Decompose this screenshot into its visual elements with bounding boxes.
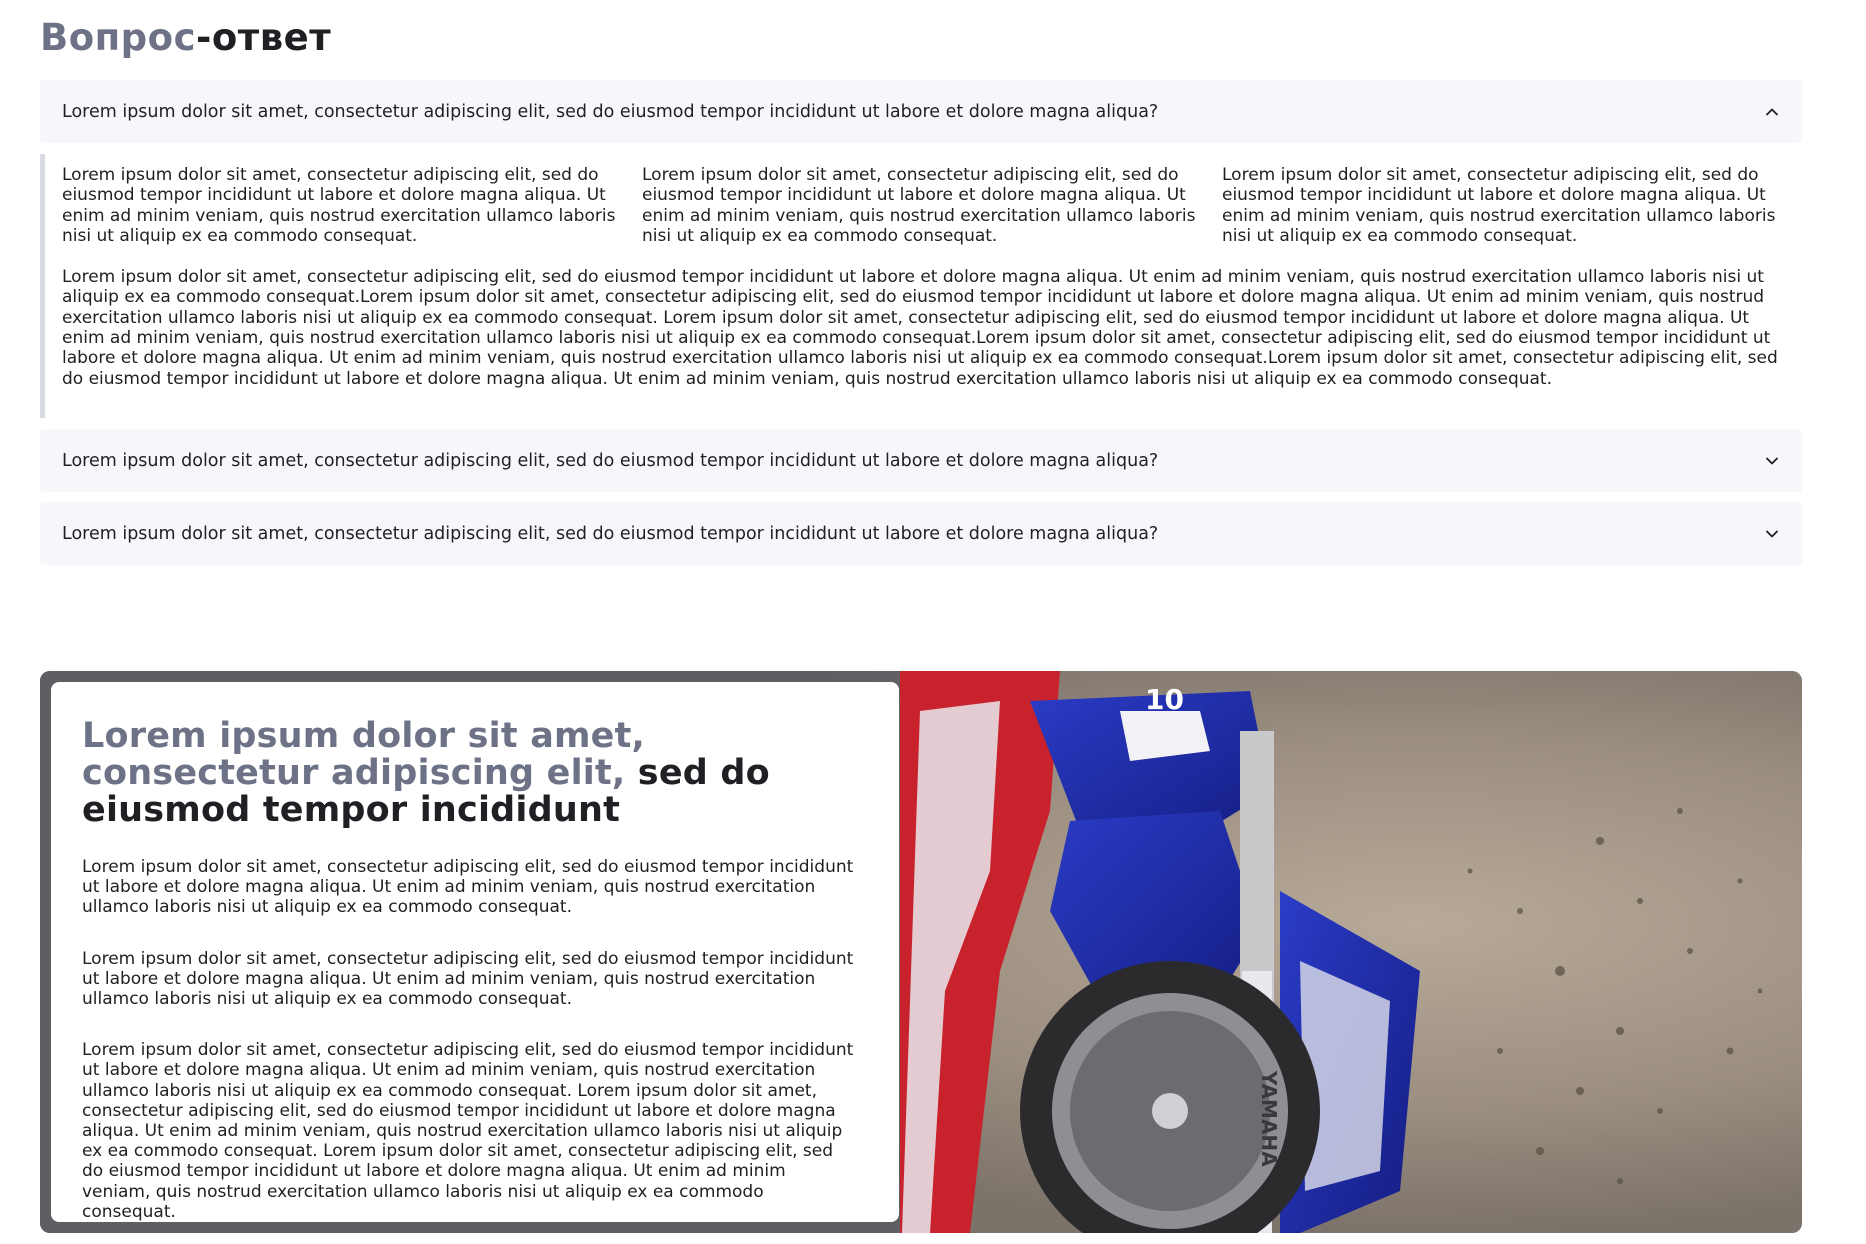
chevron-down-icon[interactable]: [1762, 451, 1782, 471]
faq-item-1-header[interactable]: Lorem ipsum dolor sit amet, consectetur …: [40, 80, 1802, 143]
faq-item-1-answer: Lorem ipsum dolor sit amet, consectetur …: [40, 154, 1802, 418]
number-plate-label: 10: [1145, 683, 1184, 716]
answer-column-1: Lorem ipsum dolor sit amet, consectetur …: [62, 165, 616, 246]
answer-columns: Lorem ipsum dolor sit amet, consectetur …: [62, 165, 1782, 246]
hero-banner: 10 YAMAHA Lorem ipsum dolor sit amet, co…: [40, 671, 1802, 1233]
hero-heading: Lorem ipsum dolor sit amet, consectetur …: [82, 718, 859, 829]
faq-item-2-header[interactable]: Lorem ipsum dolor sit amet, consectetur …: [40, 429, 1802, 492]
hero-text-card: Lorem ipsum dolor sit amet, consectetur …: [51, 682, 899, 1222]
faq-title-part2: -ответ: [196, 16, 332, 59]
hero-paragraph-2: Lorem ipsum dolor sit amet, consectetur …: [82, 948, 854, 1010]
chevron-up-icon[interactable]: [1762, 102, 1782, 122]
page: Вопрос-ответ Lorem ipsum dolor sit amet,…: [0, 0, 1866, 1244]
faq-item-3-question: Lorem ipsum dolor sit amet, consectetur …: [62, 523, 1159, 544]
faq-item-3-header[interactable]: Lorem ipsum dolor sit amet, consectetur …: [40, 502, 1802, 565]
faq-item-1-question: Lorem ipsum dolor sit amet, consectetur …: [62, 101, 1159, 122]
answer-column-3: Lorem ipsum dolor sit amet, consectetur …: [1222, 165, 1776, 246]
faq-item-2-question: Lorem ipsum dolor sit amet, consectetur …: [62, 450, 1159, 471]
hero-paragraph-3: Lorem ipsum dolor sit amet, consectetur …: [82, 1040, 854, 1222]
chevron-down-icon[interactable]: [1762, 524, 1782, 544]
answer-column-2: Lorem ipsum dolor sit amet, consectetur …: [642, 165, 1196, 246]
faq-title: Вопрос-ответ: [40, 14, 331, 62]
answer-long-text: Lorem ipsum dolor sit amet, consectetur …: [62, 267, 1778, 389]
faq-title-part1: Вопрос: [40, 16, 197, 59]
hero-paragraph-1: Lorem ipsum dolor sit amet, consectetur …: [82, 857, 854, 918]
fork-brand-label: YAMAHA: [1257, 1070, 1281, 1167]
hero-heading-muted: Lorem ipsum dolor sit amet, consectetur …: [82, 716, 646, 793]
